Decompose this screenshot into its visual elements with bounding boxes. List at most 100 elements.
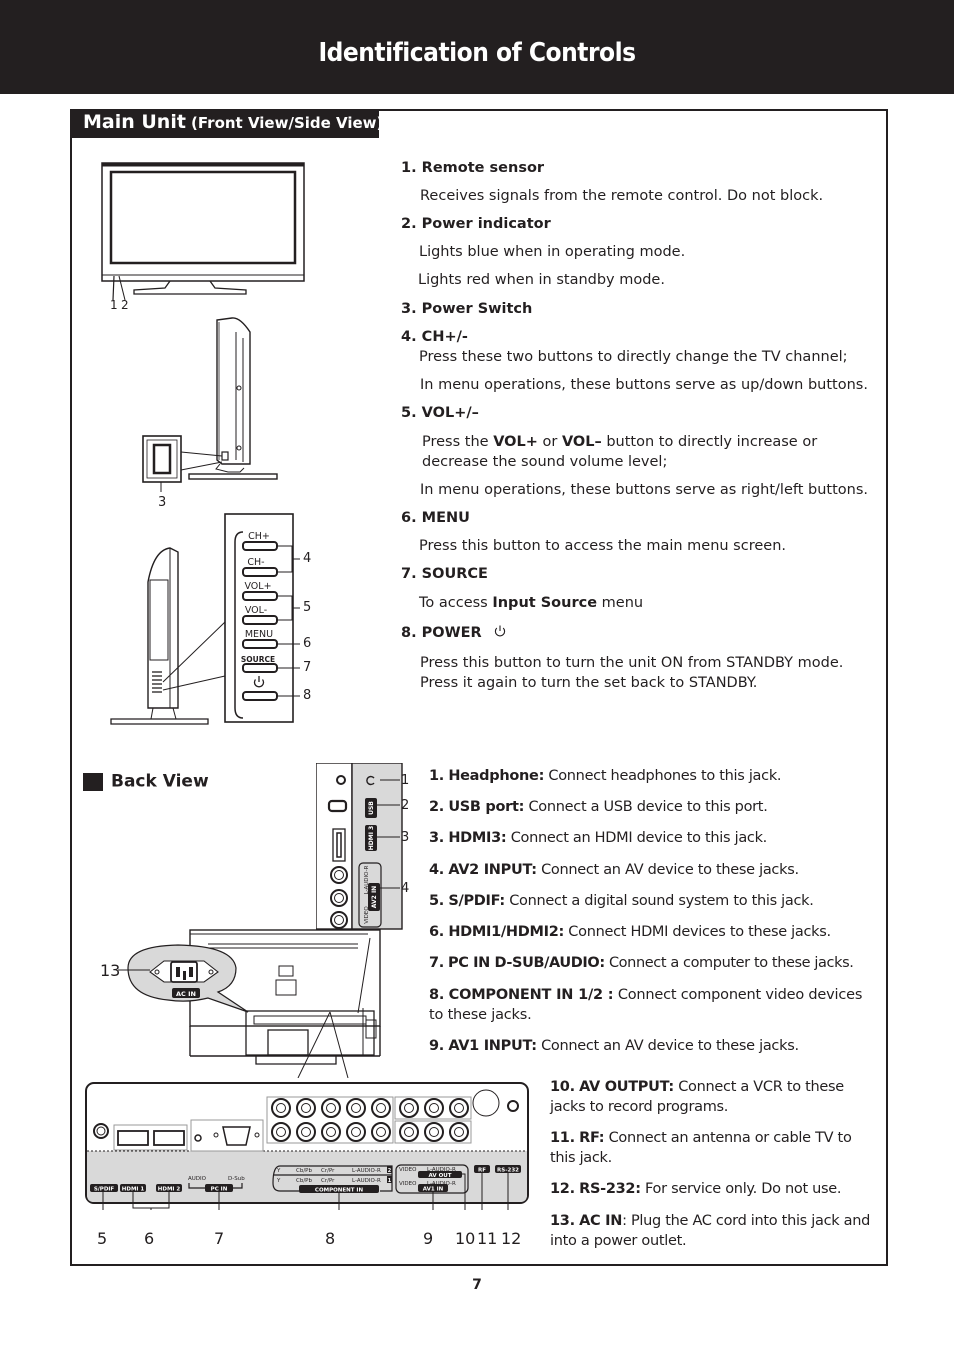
vol-minus-button — [242, 615, 278, 625]
main-item-8: 8. POWER — [401, 623, 507, 643]
back-callout-9: 9 — [423, 1229, 434, 1248]
item-title: Remote sensor — [421, 160, 545, 176]
back-item-6: 6. HDMI1/HDMI2: Connect HDMI devices to … — [429, 924, 831, 940]
ac-in-label: AC IN — [176, 990, 196, 998]
main-item-4: 4. CH+/- — [401, 329, 468, 345]
back-item-8: 8. COMPONENT IN 1/2 : Connect component … — [429, 987, 863, 1023]
callout-2-front: 2 — [121, 298, 129, 312]
back-callout-6: 6 — [144, 1229, 155, 1248]
back-callout-8: 8 — [325, 1229, 336, 1248]
av1-in-label: AV1 IN — [423, 1187, 444, 1193]
ch-minus-label: CH- — [247, 557, 264, 568]
component-in-label: COMPONENT IN — [315, 1188, 364, 1194]
pc-in-label: PC IN — [211, 1187, 228, 1193]
main-unit-title: Main Unit — [83, 111, 186, 133]
comp1-y-label: Y — [276, 1178, 281, 1184]
ch-plus-button — [242, 541, 278, 551]
back-view-heading: Back View — [83, 771, 209, 792]
back-callout-5: 5 — [97, 1229, 108, 1248]
callout-7: 7 — [303, 660, 312, 675]
callout-4: 4 — [303, 551, 312, 566]
tv-stand — [133, 280, 247, 295]
menu-label: MENU — [245, 629, 273, 640]
callout-5: 5 — [303, 600, 312, 615]
av2-audio-label: L-AUDIO-R — [364, 865, 370, 894]
main-item-4-desc-1: Press these two buttons to directly chan… — [419, 349, 848, 365]
vol-minus-label: VOL- — [245, 605, 267, 616]
back-item-2: 2. USB port: Connect a USB device to thi… — [429, 799, 768, 815]
item-title: VOL+/– — [421, 405, 479, 421]
main-unit-heading: Main Unit (Front View/Side View) — [71, 110, 383, 138]
comp1-cb-label: Cb/Pb — [296, 1178, 313, 1184]
comp2-cr-label: Cr/Pr — [321, 1168, 335, 1174]
main-item-2: 2. Power indicator — [401, 216, 551, 232]
ch-minus-button — [242, 567, 278, 577]
back-callout-11: 11 — [477, 1229, 498, 1248]
av2-in-label: AV2 IN — [371, 886, 378, 908]
main-item-2-desc-1: Lights blue when in operating mode. — [419, 244, 686, 260]
av1-audio-label: L-AUDIO-R — [427, 1181, 456, 1187]
item-title: Power indicator — [421, 216, 551, 232]
menu-button — [242, 639, 278, 649]
tv-front-view-diagram — [101, 162, 305, 301]
source-label: SOURCE — [241, 655, 275, 664]
main-item-5: 5. VOL+/– — [401, 405, 479, 421]
item-title: MENU — [421, 510, 470, 526]
back-callout-13: 13 — [100, 961, 121, 980]
callout-8: 8 — [303, 688, 312, 703]
back-item-11: 11. RF: Connect an antenna or cable TV t… — [550, 1130, 852, 1166]
rf-label: RF — [478, 1168, 486, 1174]
power-switch-zoom — [142, 435, 182, 483]
spdif-label: S/PDIF — [94, 1187, 115, 1193]
item-title: SOURCE — [421, 566, 488, 582]
back-item-4: 4. AV2 INPUT: Connect an AV device to th… — [429, 862, 799, 878]
back-item-7: 7. PC IN D-SUB/AUDIO: Connect a computer… — [429, 955, 854, 971]
back-item-9: 9. AV1 INPUT: Connect an AV device to th… — [429, 1038, 799, 1054]
avout-audio-label: L-AUDIO-R — [427, 1167, 456, 1173]
power-button — [242, 691, 278, 701]
power-icon — [494, 625, 505, 637]
power-switch — [152, 443, 172, 475]
hdmi1-label: HDMI 1 — [122, 1187, 145, 1193]
comp2-y-label: Y — [276, 1168, 281, 1174]
hdmi2-label: HDMI 2 — [158, 1187, 181, 1193]
back-callout-2: 2 — [401, 798, 410, 813]
back-callout-3: 3 — [401, 830, 410, 845]
tv-back-view-diagram: AC IN — [118, 929, 381, 1078]
back-item-1: 1. Headphone: Connect headphones to this… — [429, 768, 782, 784]
back-callout-1: 1 — [401, 773, 410, 788]
main-item-3: 3. Power Switch — [401, 301, 533, 317]
main-item-1-desc: Receives signals from the remote control… — [420, 188, 824, 204]
vol-plus-label: VOL+ — [244, 581, 271, 592]
item-title: POWER — [421, 625, 482, 641]
main-item-8-desc: Press this button to turn the unit ON fr… — [420, 655, 844, 691]
page-number: 7 — [472, 1277, 482, 1293]
av-out-label: AV OUT — [429, 1173, 452, 1179]
vol-plus-button — [242, 591, 278, 601]
back-item-10: 10. AV OUTPUT: Connect a VCR to these ja… — [550, 1079, 844, 1115]
item-title: Power Switch — [421, 301, 533, 317]
callout-3: 3 — [158, 495, 167, 510]
rear-connector-panel-diagram: S/PDIF HDMI 1 HDMI 2 PC IN COMPONENT IN … — [85, 1082, 529, 1210]
av2-video-label: VIDEO — [364, 906, 370, 924]
back-callout-7: 7 — [214, 1229, 225, 1248]
avout-video-label: VIDEO — [399, 1167, 417, 1173]
main-item-7-desc: To access Input Source menu — [419, 595, 644, 611]
main-item-5-desc-1: Press the VOL+ or VOL– button to directl… — [422, 434, 818, 470]
usb-label: USB — [368, 801, 375, 815]
main-item-6: 6. MENU — [401, 510, 470, 526]
callout-6: 6 — [303, 636, 312, 651]
component-2-label: 2 — [388, 1168, 392, 1174]
component-1-label: 1 — [388, 1178, 392, 1184]
item-title: CH+/- — [421, 329, 468, 345]
tv-side-view-diagram — [142, 317, 278, 492]
main-item-7: 7. SOURCE — [401, 566, 488, 582]
pc-dsub-label: D-Sub — [228, 1176, 245, 1182]
side-button-panel-diagram: CH+ CH- VOL+ VOL- MENU SOURCE — [110, 513, 300, 725]
page-title: Identification of Controls — [318, 38, 636, 68]
section-marker-icon — [83, 772, 103, 791]
back-callout-12: 12 — [501, 1229, 522, 1248]
comp2-audio-label: L-AUDIO-R — [352, 1168, 381, 1174]
main-item-2-desc-2: Lights red when in standby mode. — [418, 272, 665, 288]
main-item-4-desc-2: In menu operations, these buttons serve … — [420, 377, 868, 393]
